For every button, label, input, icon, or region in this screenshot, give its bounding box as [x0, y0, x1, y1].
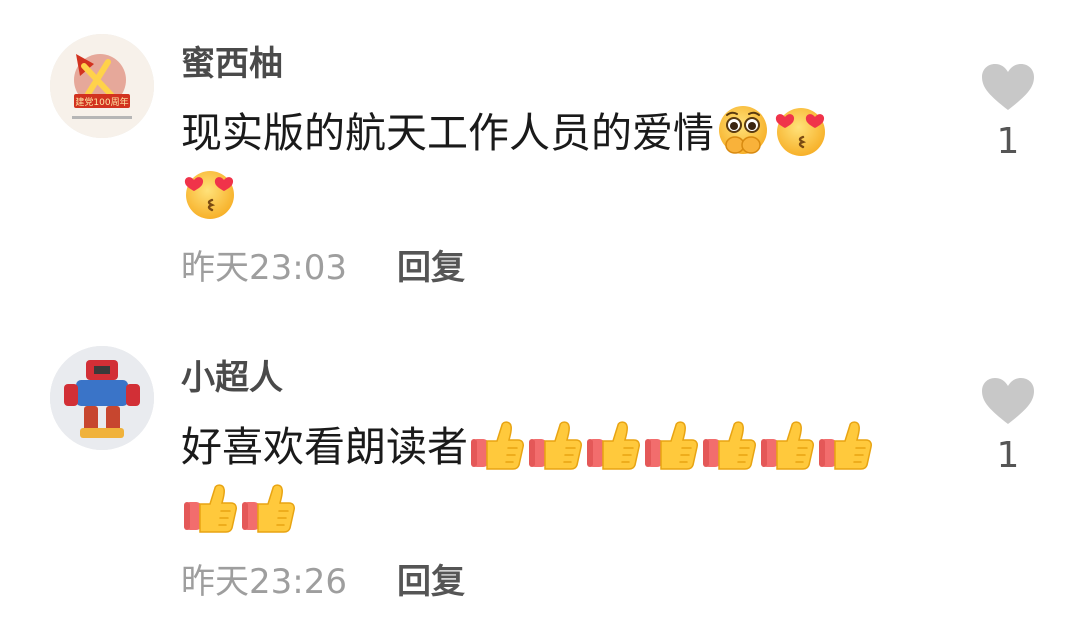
like-button[interactable]: 1 — [980, 376, 1036, 476]
timestamp: 昨天23:26 — [181, 562, 347, 602]
avatar[interactable] — [50, 346, 154, 450]
kiss-heart-eyes-emoji-icon — [772, 103, 830, 157]
like-count: 1 — [996, 121, 1020, 162]
comment-text: 好喜欢看朗读者 — [181, 414, 941, 537]
username[interactable]: 小超人 — [181, 358, 283, 398]
thumbs-up-emoji-icon — [816, 417, 874, 471]
thumbs-up-emoji-icon — [181, 480, 239, 534]
svg-text:建党100周年: 建党100周年 — [75, 96, 128, 108]
heart-icon[interactable] — [980, 62, 1036, 112]
thumbs-up-emoji-icon — [700, 417, 758, 471]
robot-toy-avatar-image — [50, 346, 154, 450]
kiss-heart-eyes-emoji-icon — [181, 166, 239, 220]
comment-meta: 昨天23:03 回复 — [181, 248, 465, 288]
thumbs-up-emoji-icon — [758, 417, 816, 471]
avatar[interactable]: 建党100周年 — [50, 34, 154, 138]
pleading-face-emoji-icon — [714, 103, 772, 157]
thumbs-up-emoji-icon — [642, 417, 700, 471]
like-button[interactable]: 1 — [980, 62, 1036, 162]
comment-text-body: 现实版的航天工作人员的爱情 — [181, 109, 714, 157]
comment-meta: 昨天23:26 回复 — [181, 562, 465, 602]
thumbs-up-emoji-icon — [239, 480, 297, 534]
thumbs-up-emoji-icon — [526, 417, 584, 471]
reply-button[interactable]: 回复 — [397, 562, 465, 602]
comment-text: 现实版的航天工作人员的爱情 — [181, 100, 941, 223]
username[interactable]: 蜜西柚 — [181, 44, 283, 84]
timestamp: 昨天23:03 — [181, 248, 347, 288]
like-count: 1 — [996, 435, 1020, 476]
thumbs-up-emoji-icon — [468, 417, 526, 471]
party-centenary-avatar-image: 建党100周年 — [50, 34, 154, 138]
thumbs-up-emoji-icon — [584, 417, 642, 471]
reply-button[interactable]: 回复 — [397, 248, 465, 288]
heart-icon[interactable] — [980, 376, 1036, 426]
comment-text-body: 好喜欢看朗读者 — [181, 423, 468, 471]
